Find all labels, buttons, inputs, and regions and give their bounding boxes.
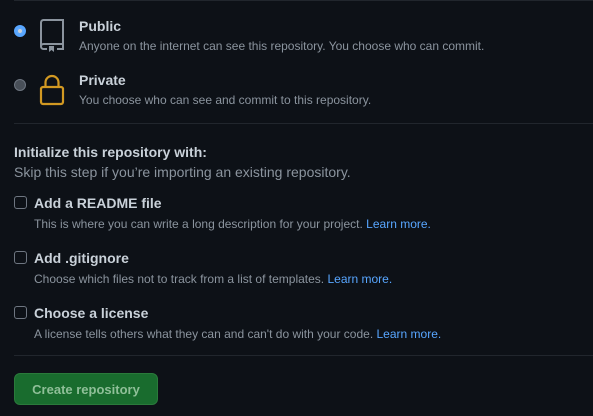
license-description: A license tells others what they can and…	[34, 326, 441, 342]
gitignore-title: Add .gitignore	[34, 250, 129, 266]
divider	[14, 123, 593, 124]
readme-learn-more-link[interactable]: Learn more.	[366, 217, 431, 231]
divider	[14, 355, 593, 356]
new-repository-form: Public Anyone on the internet can see th…	[0, 0, 593, 416]
lock-icon	[39, 74, 65, 106]
gitignore-text: Add .gitignore Choose which files not to…	[34, 249, 392, 287]
readme-text: Add a README file This is where you can …	[34, 194, 431, 232]
initialize-subtitle: Skip this step if you’re importing an ex…	[14, 164, 351, 180]
visibility-option-public[interactable]: Public Anyone on the internet can see th…	[14, 17, 484, 54]
visibility-option-private[interactable]: Private You choose who can see and commi…	[14, 71, 371, 108]
gitignore-learn-more-link[interactable]: Learn more.	[327, 272, 392, 286]
gitignore-description: Choose which files not to track from a l…	[34, 271, 392, 287]
initialize-heading: Initialize this repository with:	[14, 144, 207, 160]
private-text: Private You choose who can see and commi…	[79, 71, 371, 108]
readme-description: This is where you can write a long descr…	[34, 216, 431, 232]
private-title: Private	[79, 72, 126, 88]
public-text: Public Anyone on the internet can see th…	[79, 17, 484, 54]
create-repository-button[interactable]: Create repository	[14, 373, 158, 405]
license-text: Choose a license A license tells others …	[34, 304, 441, 342]
license-option[interactable]: Choose a license A license tells others …	[14, 304, 441, 342]
license-title: Choose a license	[34, 305, 149, 321]
gitignore-checkbox[interactable]	[14, 251, 27, 264]
gitignore-option[interactable]: Add .gitignore Choose which files not to…	[14, 249, 392, 287]
license-learn-more-link[interactable]: Learn more.	[377, 327, 442, 341]
license-description-text: A license tells others what they can and…	[34, 327, 374, 341]
public-title: Public	[79, 18, 122, 34]
readme-description-text: This is where you can write a long descr…	[34, 217, 363, 231]
public-radio[interactable]	[14, 25, 26, 37]
repo-icon	[40, 19, 64, 52]
license-checkbox[interactable]	[14, 306, 27, 319]
readme-checkbox[interactable]	[14, 196, 27, 209]
private-description: You choose who can see and commit to thi…	[79, 93, 372, 107]
readme-title: Add a README file	[34, 195, 162, 211]
readme-option[interactable]: Add a README file This is where you can …	[14, 194, 431, 232]
divider	[14, 0, 593, 1]
public-description: Anyone on the internet can see this repo…	[79, 39, 485, 53]
gitignore-description-text: Choose which files not to track from a l…	[34, 272, 325, 286]
private-radio[interactable]	[14, 79, 26, 91]
